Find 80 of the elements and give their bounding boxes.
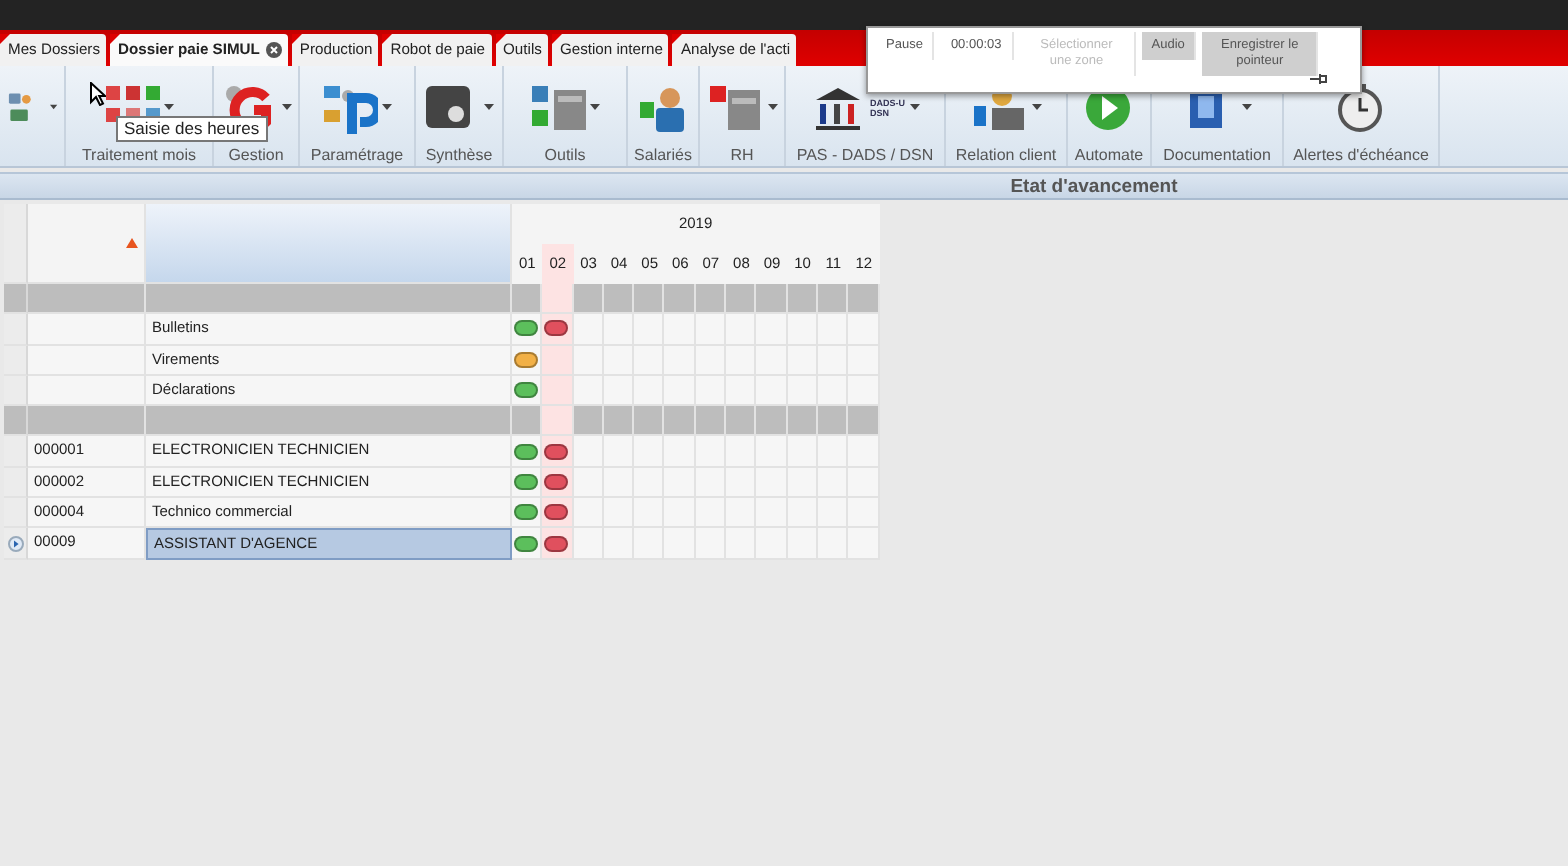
caret-icon[interactable] bbox=[484, 104, 494, 110]
band-cell bbox=[726, 284, 757, 315]
table-cell bbox=[28, 375, 146, 407]
row-pointer-icon[interactable] bbox=[7, 535, 23, 552]
caret-icon[interactable] bbox=[50, 104, 58, 110]
group-label: Gestion bbox=[226, 144, 286, 166]
group-label: RH bbox=[728, 144, 756, 166]
band-cell bbox=[756, 284, 788, 315]
table-cell bbox=[28, 345, 146, 376]
table-cell bbox=[756, 436, 788, 468]
band-cell bbox=[664, 406, 696, 437]
table-cell bbox=[756, 375, 788, 407]
group-label: Relation client bbox=[953, 144, 1059, 166]
band-cell bbox=[848, 406, 880, 437]
group-label: PAS - DADS / DSN bbox=[794, 144, 936, 166]
table-cell bbox=[603, 436, 635, 468]
caret-icon[interactable] bbox=[1242, 104, 1252, 110]
table-cell bbox=[726, 436, 757, 468]
band-cell bbox=[634, 284, 665, 315]
band-cell bbox=[603, 406, 635, 437]
band-cell bbox=[664, 284, 696, 315]
band-cell bbox=[28, 284, 146, 315]
group-label: Synthèse bbox=[423, 144, 495, 166]
band-cell bbox=[573, 406, 604, 437]
building-icon[interactable] bbox=[707, 81, 763, 133]
band-cell bbox=[817, 284, 849, 315]
group-label: Documentation bbox=[1161, 144, 1273, 166]
band-cell bbox=[573, 284, 604, 315]
building-icon[interactable] bbox=[530, 81, 586, 133]
table-cell bbox=[787, 314, 818, 346]
table-cell bbox=[28, 314, 146, 346]
caret-icon[interactable] bbox=[164, 104, 174, 110]
table-cell bbox=[634, 436, 665, 468]
sort-icon[interactable] bbox=[126, 238, 138, 248]
caret-icon[interactable] bbox=[767, 104, 777, 110]
group-label: Outils bbox=[542, 144, 588, 166]
band-cell bbox=[817, 406, 849, 437]
table-cell bbox=[726, 314, 757, 346]
table-cell bbox=[664, 314, 696, 346]
table-cell bbox=[817, 436, 849, 468]
band-cell bbox=[756, 406, 788, 437]
table-cell bbox=[817, 314, 849, 346]
close-icon[interactable] bbox=[265, 42, 282, 58]
caret-icon[interactable] bbox=[590, 104, 600, 110]
table-cell bbox=[634, 314, 665, 346]
table-cell bbox=[664, 375, 696, 407]
table-cell bbox=[664, 436, 696, 468]
table-cell bbox=[848, 314, 880, 346]
table-cell bbox=[848, 375, 880, 407]
band-cell bbox=[28, 406, 146, 437]
group-label: Traitement mois bbox=[79, 144, 199, 166]
band-cell bbox=[787, 284, 818, 315]
table-cell bbox=[756, 314, 788, 346]
table-cell bbox=[695, 314, 727, 346]
caret-icon[interactable] bbox=[1031, 104, 1041, 110]
table-cell bbox=[787, 436, 818, 468]
band-cell bbox=[848, 284, 880, 315]
band-cell bbox=[695, 284, 727, 315]
table-cell bbox=[695, 436, 727, 468]
caret-icon[interactable] bbox=[382, 104, 392, 110]
table-cell bbox=[603, 314, 635, 346]
pointer-cursor-icon[interactable] bbox=[90, 82, 106, 106]
tooltip: Saisie des heures bbox=[116, 116, 268, 142]
band-cell bbox=[634, 406, 665, 437]
table-cell bbox=[726, 375, 757, 407]
band-cell bbox=[787, 406, 818, 437]
table-cell bbox=[634, 375, 665, 407]
band-cell bbox=[603, 284, 635, 315]
table-cell bbox=[848, 436, 880, 468]
band-cell bbox=[695, 406, 727, 437]
caret-icon[interactable] bbox=[910, 104, 920, 110]
group-label: Paramétrage bbox=[308, 144, 406, 166]
group-label: Alertes d'échéance bbox=[1291, 144, 1431, 166]
caret-icon[interactable] bbox=[281, 104, 291, 110]
group-label: Automate bbox=[1074, 144, 1144, 166]
corner-header bbox=[4, 204, 28, 284]
group-label: Salariés bbox=[634, 144, 692, 166]
panel-title: Etat d'avancement bbox=[0, 172, 1568, 200]
band-cell bbox=[726, 406, 757, 437]
pin-icon[interactable] bbox=[1310, 72, 1328, 86]
